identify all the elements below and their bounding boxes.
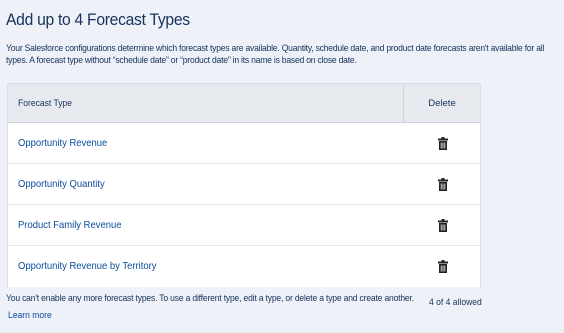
trash-icon[interactable] xyxy=(438,219,448,232)
trash-icon[interactable] xyxy=(438,178,448,191)
forecast-type-link[interactable]: Opportunity Revenue xyxy=(18,137,107,149)
table-row: Opportunity Quantity xyxy=(8,164,480,205)
table-row: Opportunity Revenue by Territory xyxy=(8,246,480,287)
forecast-types-table: Forecast Type Delete Opportunity Revenue… xyxy=(7,83,481,287)
page-title: Add up to 4 Forecast Types xyxy=(6,10,190,29)
page-description: Your Salesforce configurations determine… xyxy=(6,43,545,66)
column-header-delete: Delete xyxy=(428,98,456,109)
table-header: Forecast Type Delete xyxy=(8,84,480,123)
column-header-forecast-type: Forecast Type xyxy=(18,98,73,109)
forecast-type-link[interactable]: Product Family Revenue xyxy=(18,219,121,231)
forecast-type-link[interactable]: Opportunity Revenue by Territory xyxy=(18,260,157,272)
trash-icon[interactable] xyxy=(438,260,448,273)
allowed-count: 4 of 4 allowed xyxy=(429,297,482,308)
trash-icon[interactable] xyxy=(438,137,448,150)
learn-more-link[interactable]: Learn more xyxy=(8,310,52,321)
limit-note: You can't enable any more forecast types… xyxy=(6,293,414,304)
forecast-types-panel: Add up to 4 Forecast Types Your Salesfor… xyxy=(0,0,564,333)
forecast-type-link[interactable]: Opportunity Quantity xyxy=(18,178,105,190)
table-row: Opportunity Revenue xyxy=(8,123,480,164)
table-row: Product Family Revenue xyxy=(8,205,480,246)
